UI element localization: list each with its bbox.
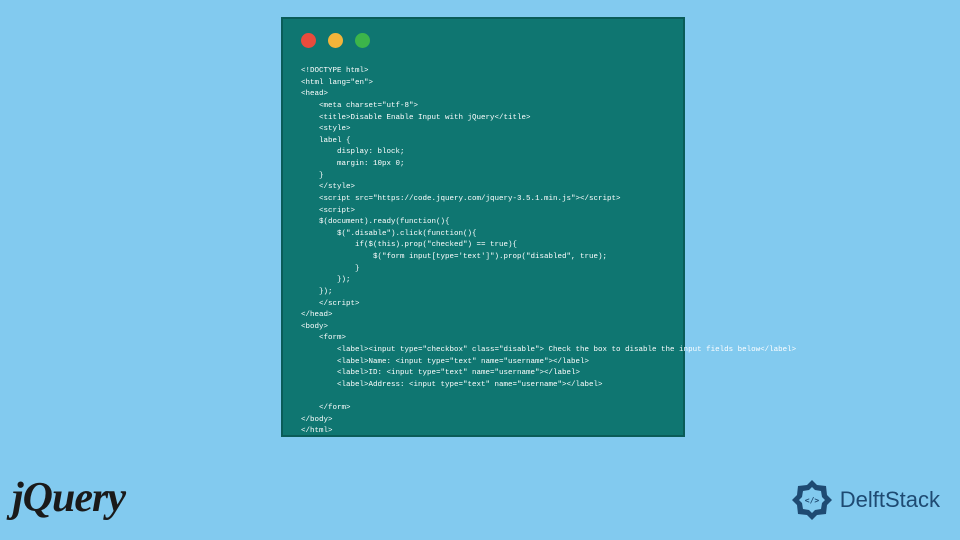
close-icon [301, 33, 316, 48]
delftstack-logo: </> DelftStack [790, 478, 940, 522]
svg-text:</>: </> [805, 496, 820, 505]
code-content: <!DOCTYPE html> <html lang="en"> <head> … [283, 62, 683, 442]
minimize-icon [328, 33, 343, 48]
delftstack-text: DelftStack [840, 487, 940, 513]
delftstack-icon: </> [790, 478, 834, 522]
jquery-logo: jQuery [12, 474, 125, 522]
maximize-icon [355, 33, 370, 48]
window-controls [283, 19, 683, 62]
code-window: <!DOCTYPE html> <html lang="en"> <head> … [281, 17, 685, 437]
